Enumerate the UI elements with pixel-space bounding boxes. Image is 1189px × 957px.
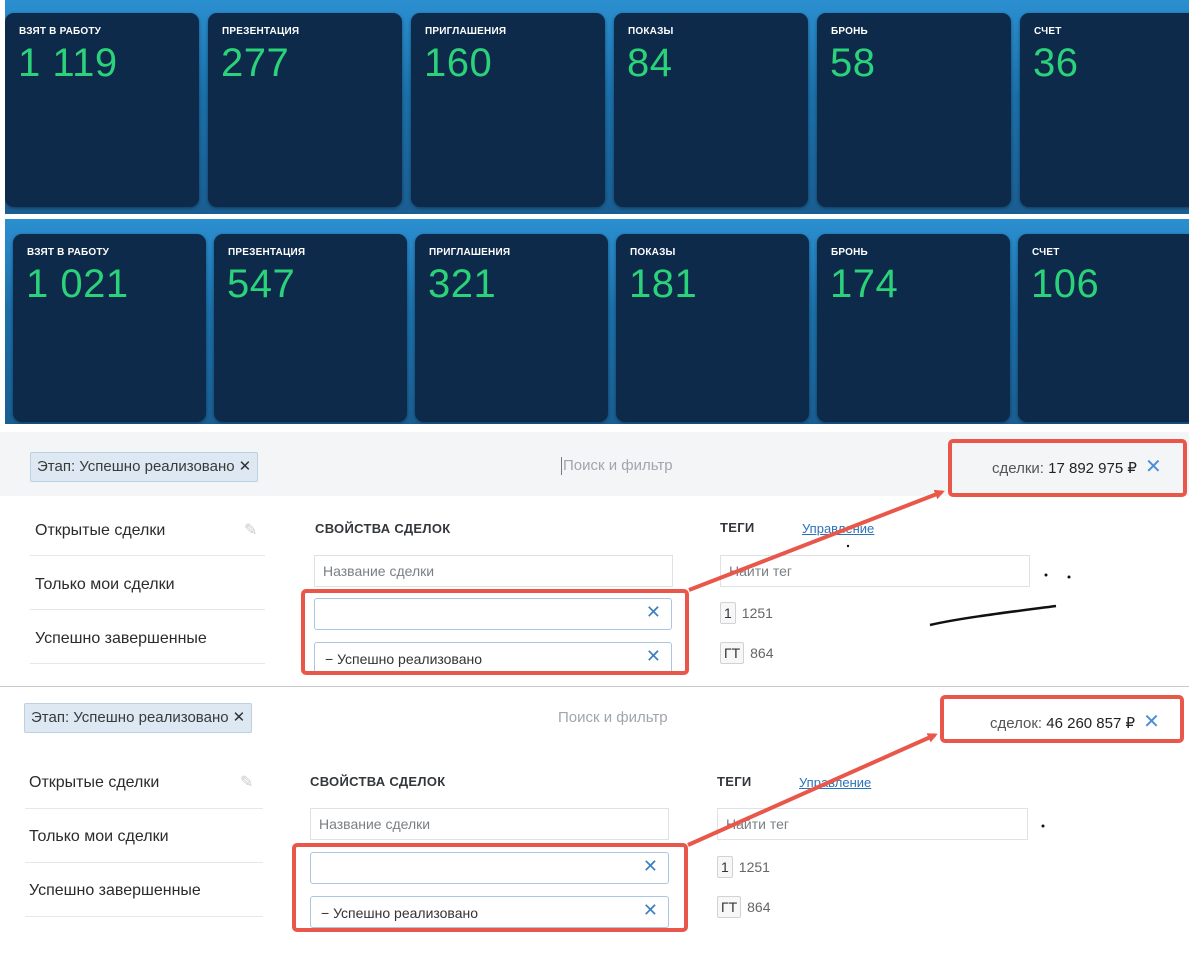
arrow-to-total-1 <box>688 489 945 592</box>
dot-mark <box>1067 575 1071 579</box>
dot-mark <box>846 544 850 548</box>
dot-mark <box>1044 573 1048 577</box>
dot-mark <box>1041 824 1045 828</box>
pen-scribble <box>929 604 1057 627</box>
annotation-overlay <box>687 489 1071 847</box>
arrow-to-total-2 <box>687 733 938 847</box>
